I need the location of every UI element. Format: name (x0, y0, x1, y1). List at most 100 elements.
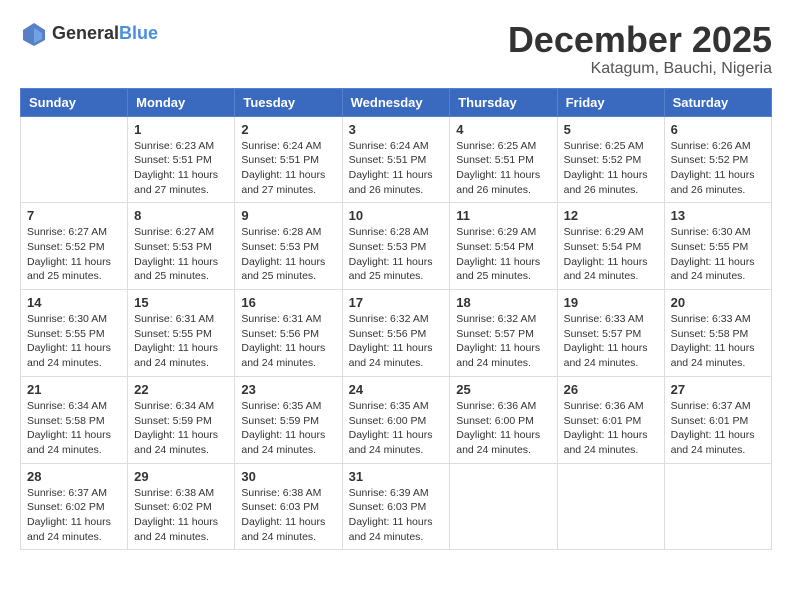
day-cell: 7 Sunrise: 6:27 AMSunset: 5:52 PMDaylight… (21, 203, 128, 290)
day-cell: 28 Sunrise: 6:37 AMSunset: 6:02 PMDayligh… (21, 463, 128, 550)
day-info: Sunrise: 6:38 AMSunset: 6:02 PMDaylight:… (134, 486, 228, 545)
day-cell: 27 Sunrise: 6:37 AMSunset: 6:01 PMDayligh… (664, 376, 771, 463)
logo-icon (20, 20, 48, 48)
day-cell (557, 463, 664, 550)
day-info: Sunrise: 6:39 AMSunset: 6:03 PMDaylight:… (349, 486, 444, 545)
day-cell: 23 Sunrise: 6:35 AMSunset: 5:59 PMDayligh… (235, 376, 342, 463)
day-number: 13 (671, 208, 765, 223)
day-number: 5 (564, 122, 658, 137)
day-info: Sunrise: 6:28 AMSunset: 5:53 PMDaylight:… (349, 225, 444, 284)
day-info: Sunrise: 6:31 AMSunset: 5:56 PMDaylight:… (241, 312, 335, 371)
day-number: 30 (241, 469, 335, 484)
day-number: 16 (241, 295, 335, 310)
day-info: Sunrise: 6:37 AMSunset: 6:02 PMDaylight:… (27, 486, 121, 545)
day-cell: 12Sunrise: 6:29 AMSunset: 5:54 PMDayligh… (557, 203, 664, 290)
calendar-table: SundayMondayTuesdayWednesdayThursdayFrid… (20, 88, 772, 551)
day-cell: 17 Sunrise: 6:32 AMSunset: 5:56 PMDayligh… (342, 290, 450, 377)
day-cell: 10 Sunrise: 6:28 AMSunset: 5:53 PMDayligh… (342, 203, 450, 290)
col-header-thursday: Thursday (450, 88, 557, 116)
day-info: Sunrise: 6:23 AMSunset: 5:51 PMDaylight:… (134, 139, 228, 198)
month-year-title: December 2025 (508, 20, 772, 60)
day-number: 4 (456, 122, 550, 137)
day-number: 19 (564, 295, 658, 310)
day-number: 27 (671, 382, 765, 397)
col-header-tuesday: Tuesday (235, 88, 342, 116)
day-info: Sunrise: 6:36 AMSunset: 6:00 PMDaylight:… (456, 399, 550, 458)
day-number: 8 (134, 208, 228, 223)
day-number: 22 (134, 382, 228, 397)
day-cell: 18 Sunrise: 6:32 AMSunset: 5:57 PMDayligh… (450, 290, 557, 377)
day-info: Sunrise: 6:35 AMSunset: 6:00 PMDaylight:… (349, 399, 444, 458)
day-info: Sunrise: 6:32 AMSunset: 5:57 PMDaylight:… (456, 312, 550, 371)
day-cell: 31 Sunrise: 6:39 AMSunset: 6:03 PMDayligh… (342, 463, 450, 550)
day-info: Sunrise: 6:35 AMSunset: 5:59 PMDaylight:… (241, 399, 335, 458)
day-number: 9 (241, 208, 335, 223)
day-info: Sunrise: 6:27 AMSunset: 5:53 PMDaylight:… (134, 225, 228, 284)
day-number: 20 (671, 295, 765, 310)
day-cell: 14 Sunrise: 6:30 AMSunset: 5:55 PMDayligh… (21, 290, 128, 377)
day-number: 10 (349, 208, 444, 223)
day-cell: 22 Sunrise: 6:34 AMSunset: 5:59 PMDayligh… (128, 376, 235, 463)
day-info: Sunrise: 6:32 AMSunset: 5:56 PMDaylight:… (349, 312, 444, 371)
day-info: Sunrise: 6:25 AMSunset: 5:51 PMDaylight:… (456, 139, 550, 198)
day-info: Sunrise: 6:34 AMSunset: 5:58 PMDaylight:… (27, 399, 121, 458)
day-info: Sunrise: 6:37 AMSunset: 6:01 PMDaylight:… (671, 399, 765, 458)
day-cell: 5 Sunrise: 6:25 AMSunset: 5:52 PMDaylight… (557, 116, 664, 203)
day-cell: 19 Sunrise: 6:33 AMSunset: 5:57 PMDayligh… (557, 290, 664, 377)
day-number: 29 (134, 469, 228, 484)
day-info: Sunrise: 6:33 AMSunset: 5:58 PMDaylight:… (671, 312, 765, 371)
day-info: Sunrise: 6:26 AMSunset: 5:52 PMDaylight:… (671, 139, 765, 198)
col-header-wednesday: Wednesday (342, 88, 450, 116)
day-number: 18 (456, 295, 550, 310)
day-cell (450, 463, 557, 550)
day-number: 17 (349, 295, 444, 310)
day-number: 28 (27, 469, 121, 484)
day-cell (21, 116, 128, 203)
day-info: Sunrise: 6:24 AMSunset: 5:51 PMDaylight:… (241, 139, 335, 198)
day-number: 14 (27, 295, 121, 310)
day-cell: 9Sunrise: 6:28 AMSunset: 5:53 PMDaylight… (235, 203, 342, 290)
day-info: Sunrise: 6:27 AMSunset: 5:52 PMDaylight:… (27, 225, 121, 284)
logo-blue: Blue (119, 24, 158, 44)
day-cell: 30 Sunrise: 6:38 AMSunset: 6:03 PMDayligh… (235, 463, 342, 550)
week-row-5: 28 Sunrise: 6:37 AMSunset: 6:02 PMDayligh… (21, 463, 772, 550)
day-cell (664, 463, 771, 550)
week-row-4: 21 Sunrise: 6:34 AMSunset: 5:58 PMDayligh… (21, 376, 772, 463)
day-number: 3 (349, 122, 444, 137)
week-row-3: 14 Sunrise: 6:30 AMSunset: 5:55 PMDayligh… (21, 290, 772, 377)
day-info: Sunrise: 6:29 AMSunset: 5:54 PMDaylight:… (564, 225, 658, 284)
day-info: Sunrise: 6:38 AMSunset: 6:03 PMDaylight:… (241, 486, 335, 545)
day-cell: 25 Sunrise: 6:36 AMSunset: 6:00 PMDayligh… (450, 376, 557, 463)
day-info: Sunrise: 6:29 AMSunset: 5:54 PMDaylight:… (456, 225, 550, 284)
day-info: Sunrise: 6:30 AMSunset: 5:55 PMDaylight:… (671, 225, 765, 284)
col-header-monday: Monday (128, 88, 235, 116)
day-info: Sunrise: 6:33 AMSunset: 5:57 PMDaylight:… (564, 312, 658, 371)
logo: General Blue (20, 20, 158, 48)
col-header-sunday: Sunday (21, 88, 128, 116)
col-header-friday: Friday (557, 88, 664, 116)
day-number: 7 (27, 208, 121, 223)
location-subtitle: Katagum, Bauchi, Nigeria (508, 60, 772, 78)
day-cell: 13 Sunrise: 6:30 AMSunset: 5:55 PMDayligh… (664, 203, 771, 290)
day-number: 24 (349, 382, 444, 397)
day-number: 1 (134, 122, 228, 137)
day-info: Sunrise: 6:25 AMSunset: 5:52 PMDaylight:… (564, 139, 658, 198)
day-info: Sunrise: 6:30 AMSunset: 5:55 PMDaylight:… (27, 312, 121, 371)
calendar-header-row: SundayMondayTuesdayWednesdayThursdayFrid… (21, 88, 772, 116)
day-cell: 6Sunrise: 6:26 AMSunset: 5:52 PMDaylight… (664, 116, 771, 203)
day-number: 25 (456, 382, 550, 397)
day-cell: 1 Sunrise: 6:23 AMSunset: 5:51 PMDaylight… (128, 116, 235, 203)
day-number: 15 (134, 295, 228, 310)
day-number: 23 (241, 382, 335, 397)
day-cell: 24 Sunrise: 6:35 AMSunset: 6:00 PMDayligh… (342, 376, 450, 463)
day-cell: 11 Sunrise: 6:29 AMSunset: 5:54 PMDayligh… (450, 203, 557, 290)
day-cell: 29 Sunrise: 6:38 AMSunset: 6:02 PMDayligh… (128, 463, 235, 550)
day-cell: 2 Sunrise: 6:24 AMSunset: 5:51 PMDaylight… (235, 116, 342, 203)
page-header: General Blue December 2025 Katagum, Bauc… (20, 20, 772, 78)
day-number: 31 (349, 469, 444, 484)
day-number: 21 (27, 382, 121, 397)
day-number: 11 (456, 208, 550, 223)
day-cell: 21 Sunrise: 6:34 AMSunset: 5:58 PMDayligh… (21, 376, 128, 463)
day-info: Sunrise: 6:34 AMSunset: 5:59 PMDaylight:… (134, 399, 228, 458)
day-number: 2 (241, 122, 335, 137)
